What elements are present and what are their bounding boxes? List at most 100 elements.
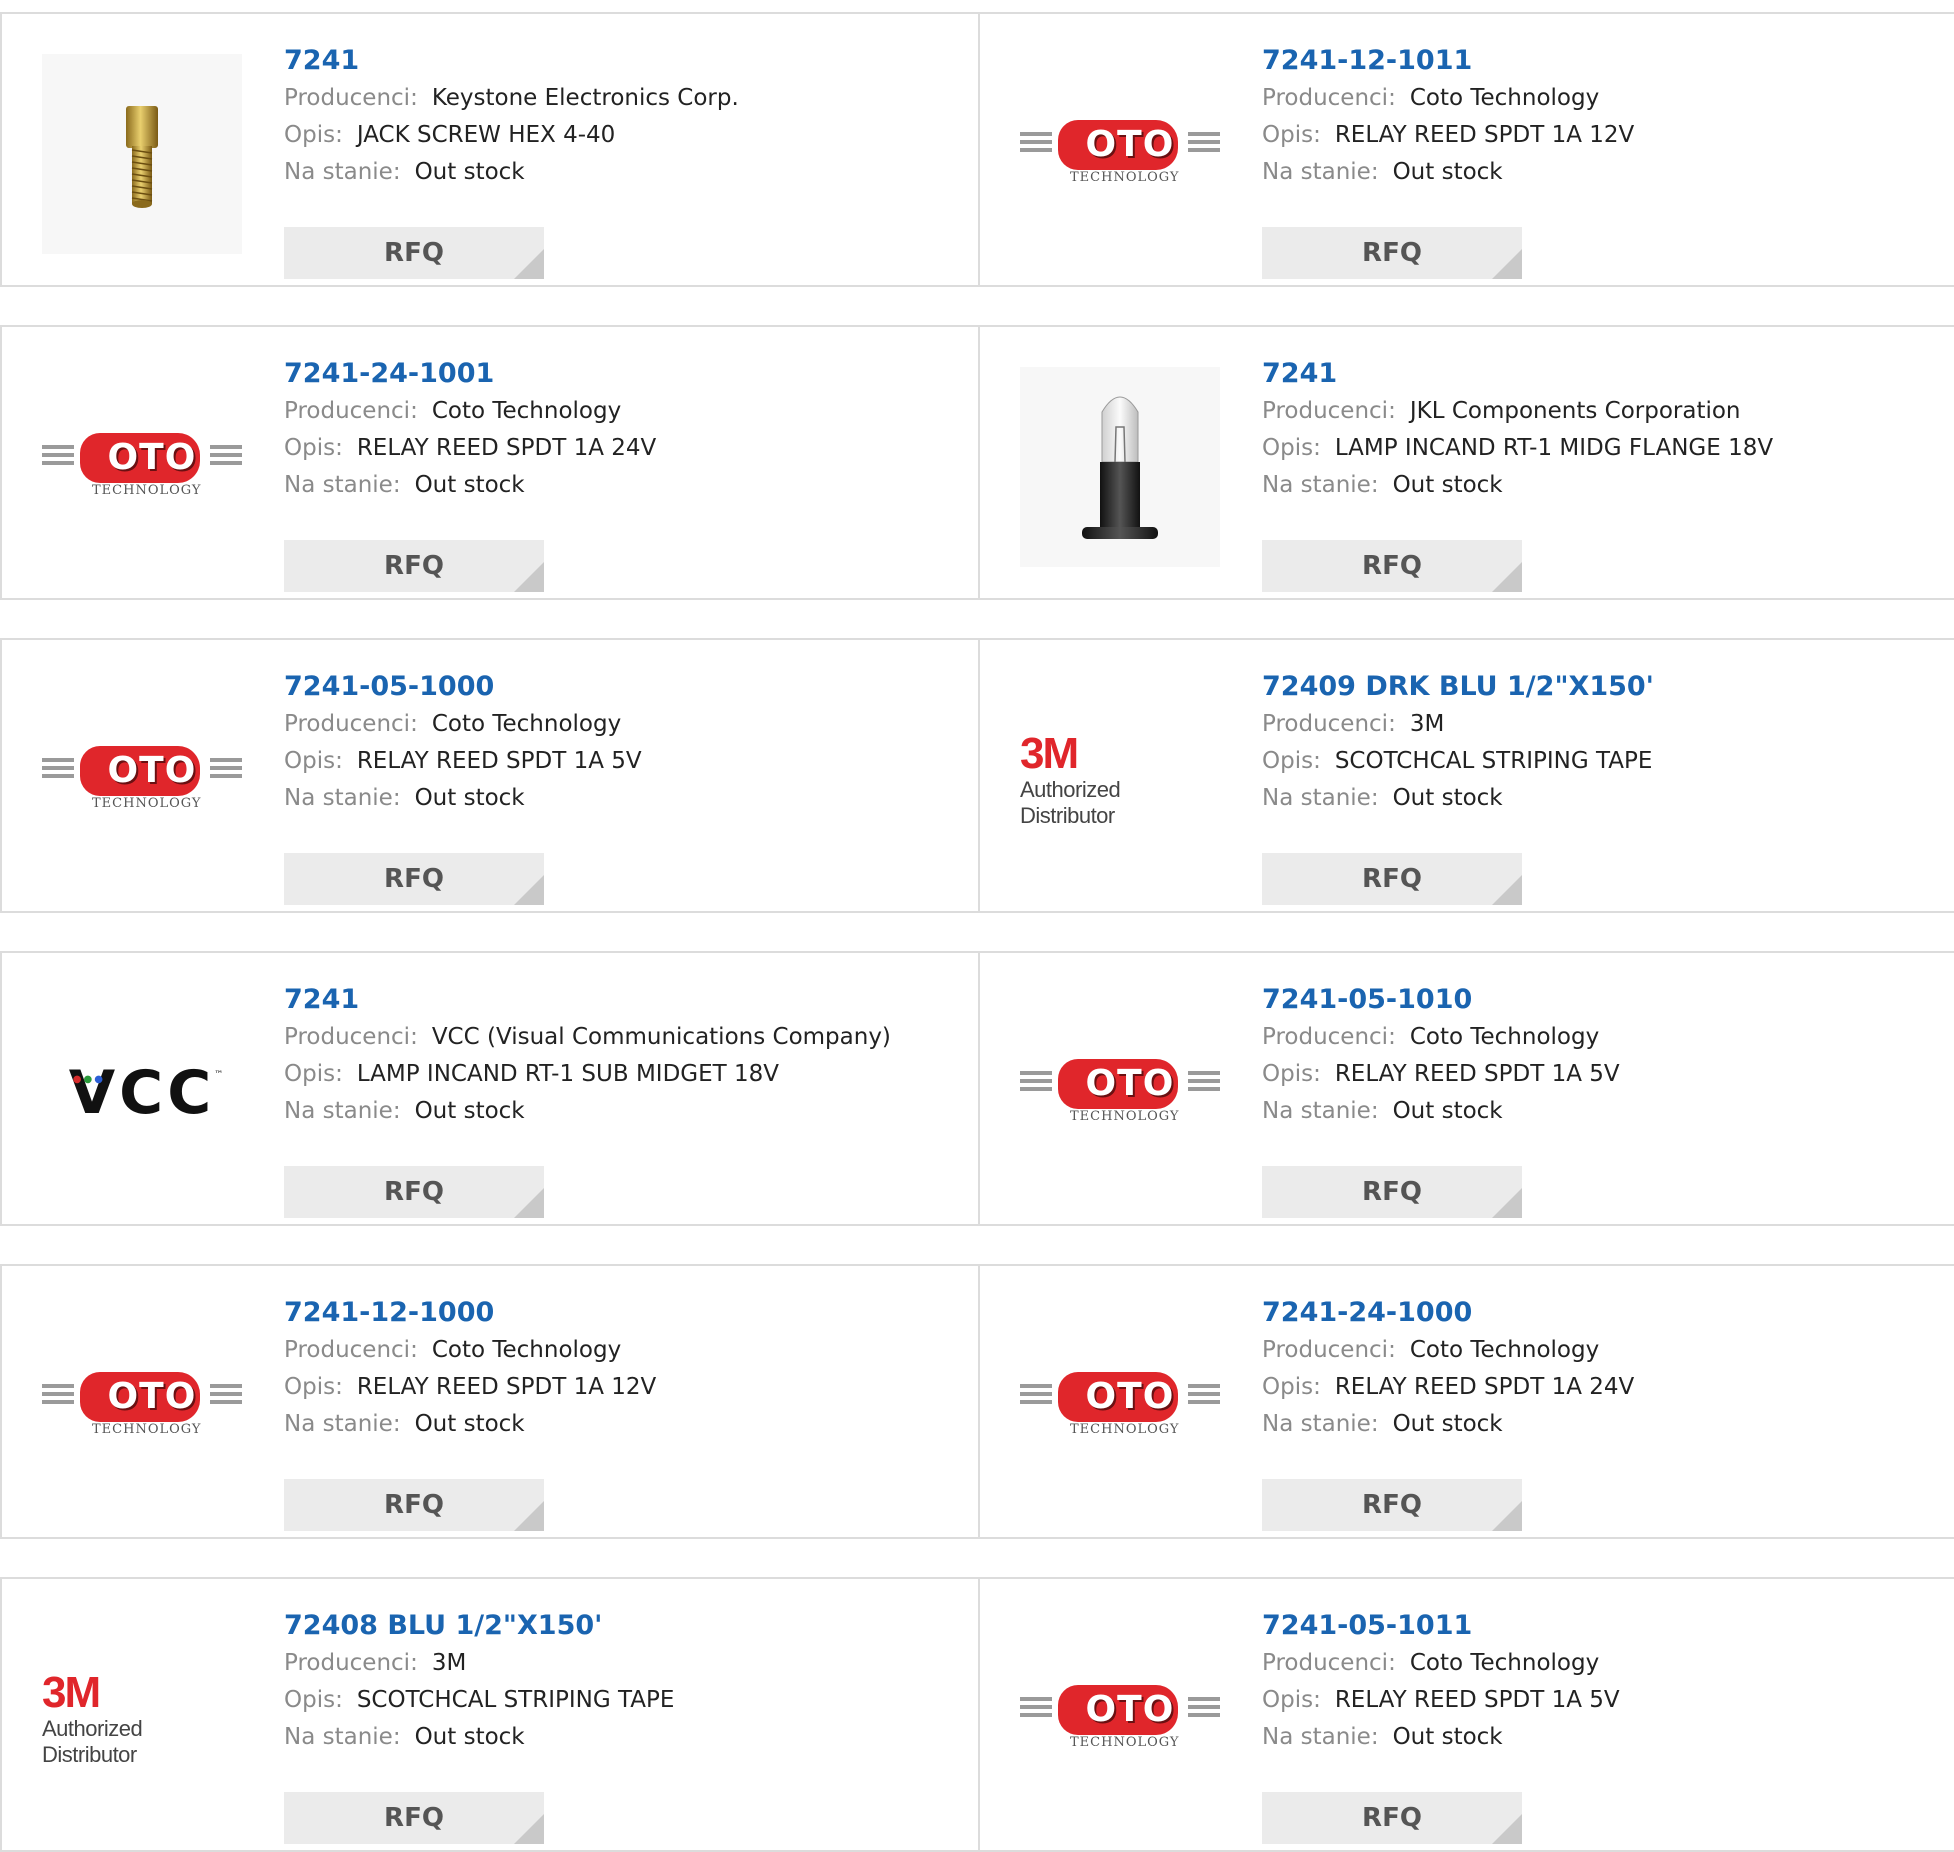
rfq-button[interactable]: RFQ <box>1262 853 1522 905</box>
product-card: 7241 Producenci: JKL Components Corporatio… <box>980 327 1954 598</box>
stock-label: Na stanie: <box>1262 785 1379 811</box>
coto-technology-logo: OTO TECHNOLOGY <box>1020 1366 1220 1446</box>
authorized-distributor-text: Authorized Distributor <box>1020 777 1121 828</box>
description-line: Opis: LAMP INCAND RT-1 MIDG FLANGE 18V <box>1262 430 1773 467</box>
description-value: RELAY REED SPDT 1A 24V <box>1334 1374 1635 1400</box>
description-line: Opis: RELAY REED SPDT 1A 5V <box>284 743 642 780</box>
manufacturer-line: Producenci: Coto Technology <box>1262 80 1634 117</box>
product-card: OTO TECHNOLOGY 7241-12-1000 Producenci: Co… <box>0 1266 980 1537</box>
product-row: VCC ●●● ™ 7241 Producenci: VCC (Visual Commun… <box>0 951 1954 1226</box>
rfq-button[interactable]: RFQ <box>1262 227 1522 279</box>
product-row: OTO TECHNOLOGY 7241-24-1001 Producenci: Co… <box>0 325 1954 600</box>
manufacturer-value: Coto Technology <box>1409 1024 1600 1050</box>
stock-line: Na stanie: Out stock <box>284 467 656 504</box>
stock-value: Out stock <box>1392 1724 1503 1750</box>
corner-triangle-icon <box>1492 875 1522 905</box>
part-number-link[interactable]: 7241 <box>1262 355 1773 393</box>
rfq-label: RFQ <box>1362 238 1422 268</box>
product-thumbnail[interactable]: OTO TECHNOLOGY <box>1020 1619 1220 1819</box>
product-info: 72409 DRK BLU 1/2"X150' Producenci: 3M Opis… <box>1262 668 1654 905</box>
product-info: 7241-24-1001 Producenci: Coto Technology Op… <box>284 355 657 592</box>
product-card: 3M Authorized Distributor 72409 DRK BLU 1/… <box>980 640 1954 911</box>
rfq-label: RFQ <box>1362 1490 1422 1520</box>
manufacturer-line: Producenci: Keystone Electronics Corp. <box>284 80 739 117</box>
rfq-button[interactable]: RFQ <box>284 1166 544 1218</box>
description-value: RELAY REED SPDT 1A 24V <box>356 435 657 461</box>
part-number-link[interactable]: 7241-24-1000 <box>1262 1294 1634 1332</box>
rfq-label: RFQ <box>384 864 444 894</box>
product-thumbnail[interactable]: 3M Authorized Distributor <box>1020 680 1220 880</box>
product-thumbnail[interactable]: VCC ●●● ™ <box>42 993 242 1193</box>
rfq-button[interactable]: RFQ <box>1262 1479 1522 1531</box>
part-number-link[interactable]: 7241-05-1011 <box>1262 1607 1620 1645</box>
stock-label: Na stanie: <box>1262 1098 1379 1124</box>
product-info: 7241 Producenci: VCC (Visual Communication… <box>284 981 891 1218</box>
part-number-link[interactable]: 7241 <box>284 42 739 80</box>
rfq-button[interactable]: RFQ <box>284 540 544 592</box>
manufacturer-value: Coto Technology <box>1409 1650 1600 1676</box>
description-label: Opis: <box>1262 1374 1321 1400</box>
manufacturer-value: 3M <box>431 1650 467 1676</box>
description-label: Opis: <box>1262 122 1321 148</box>
rfq-button[interactable]: RFQ <box>284 227 544 279</box>
description-value: LAMP INCAND RT-1 MIDG FLANGE 18V <box>1334 435 1774 461</box>
product-info: 72408 BLU 1/2"X150' Producenci: 3M Opis: SCO… <box>284 1607 674 1844</box>
description-label: Opis: <box>1262 748 1321 774</box>
vcc-wordmark: VCC <box>68 1058 216 1128</box>
stock-line: Na stanie: Out stock <box>284 154 739 191</box>
rfq-label: RFQ <box>1362 1177 1422 1207</box>
manufacturer-label: Producenci: <box>284 1337 418 1363</box>
manufacturer-label: Producenci: <box>1262 1024 1396 1050</box>
product-info: 7241-05-1010 Producenci: Coto Technology Op… <box>1262 981 1620 1218</box>
3m-authorized-distributor-logo: 3M Authorized Distributor <box>1020 731 1220 829</box>
product-thumbnail[interactable]: OTO TECHNOLOGY <box>42 1306 242 1506</box>
manufacturer-value: VCC (Visual Communications Company) <box>431 1024 891 1050</box>
manufacturer-value: JKL Components Corporation <box>1409 398 1741 424</box>
manufacturer-line: Producenci: Coto Technology <box>1262 1645 1620 1682</box>
product-card: OTO TECHNOLOGY 7241-05-1011 Producenci: Co… <box>980 1579 1954 1850</box>
rfq-button[interactable]: RFQ <box>284 1479 544 1531</box>
rfq-button[interactable]: RFQ <box>1262 1166 1522 1218</box>
manufacturer-line: Producenci: Coto Technology <box>284 706 642 743</box>
product-thumbnail[interactable]: OTO TECHNOLOGY <box>1020 1306 1220 1506</box>
description-value: RELAY REED SPDT 1A 12V <box>356 1374 657 1400</box>
description-value: RELAY REED SPDT 1A 5V <box>1334 1687 1620 1713</box>
product-thumbnail[interactable] <box>42 54 242 254</box>
part-number-link[interactable]: 72409 DRK BLU 1/2"X150' <box>1262 668 1654 706</box>
part-number-link[interactable]: 7241-12-1011 <box>1262 42 1634 80</box>
product-thumbnail[interactable]: OTO TECHNOLOGY <box>42 680 242 880</box>
manufacturer-line: Producenci: VCC (Visual Communications Co… <box>284 1019 891 1056</box>
stock-line: Na stanie: Out stock <box>284 780 642 817</box>
rfq-button[interactable]: RFQ <box>284 853 544 905</box>
rfq-button[interactable]: RFQ <box>1262 540 1522 592</box>
manufacturer-line: Producenci: 3M <box>1262 706 1654 743</box>
corner-triangle-icon <box>514 1501 544 1531</box>
rfq-button[interactable]: RFQ <box>284 1792 544 1844</box>
product-thumbnail[interactable]: OTO TECHNOLOGY <box>1020 54 1220 254</box>
product-thumbnail[interactable]: 3M Authorized Distributor <box>42 1619 242 1819</box>
product-info: 7241-24-1000 Producenci: Coto Technology Op… <box>1262 1294 1634 1531</box>
corner-triangle-icon <box>514 1814 544 1844</box>
description-value: LAMP INCAND RT-1 SUB MIDGET 18V <box>356 1061 780 1087</box>
product-thumbnail[interactable]: OTO TECHNOLOGY <box>42 367 242 567</box>
stock-label: Na stanie: <box>284 472 401 498</box>
corner-triangle-icon <box>1492 562 1522 592</box>
rfq-label: RFQ <box>384 238 444 268</box>
stock-label: Na stanie: <box>1262 159 1379 185</box>
product-thumbnail[interactable]: OTO TECHNOLOGY <box>1020 993 1220 1193</box>
description-label: Opis: <box>284 1061 343 1087</box>
part-number-link[interactable]: 7241-12-1000 <box>284 1294 656 1332</box>
part-number-link[interactable]: 7241 <box>284 981 891 1019</box>
description-line: Opis: RELAY REED SPDT 1A 24V <box>1262 1369 1634 1406</box>
corner-triangle-icon <box>1492 1188 1522 1218</box>
manufacturer-label: Producenci: <box>284 1024 418 1050</box>
description-value: RELAY REED SPDT 1A 5V <box>356 748 642 774</box>
product-thumbnail[interactable] <box>1020 367 1220 567</box>
description-label: Opis: <box>284 1374 343 1400</box>
coto-technology-logo: OTO TECHNOLOGY <box>42 427 242 507</box>
part-number-link[interactable]: 72408 BLU 1/2"X150' <box>284 1607 674 1645</box>
rfq-button[interactable]: RFQ <box>1262 1792 1522 1844</box>
part-number-link[interactable]: 7241-05-1000 <box>284 668 642 706</box>
part-number-link[interactable]: 7241-24-1001 <box>284 355 656 393</box>
part-number-link[interactable]: 7241-05-1010 <box>1262 981 1620 1019</box>
